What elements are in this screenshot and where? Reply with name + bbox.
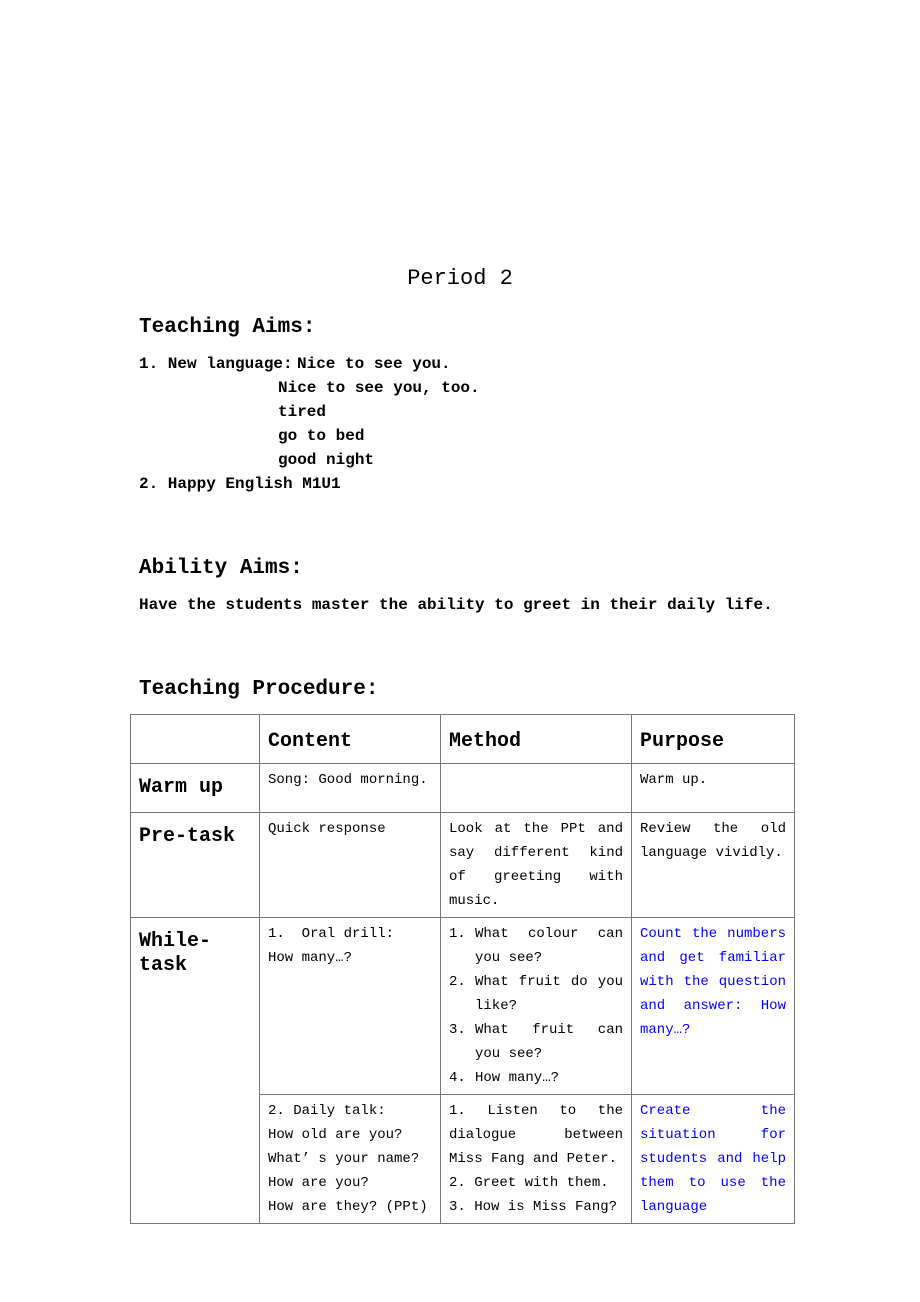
content-line: How are you? xyxy=(268,1175,369,1191)
content-line: What’ s your name? xyxy=(268,1151,420,1167)
content-cell: 1. Oral drill: How many…? xyxy=(259,917,441,1095)
content-cell: Song: Good morning. xyxy=(259,763,441,813)
method-text: 1. Listen to the dialogue between Miss F… xyxy=(449,1103,623,1167)
aim-2: 2. Happy English M1U1 xyxy=(139,475,341,493)
method-cell xyxy=(440,763,632,813)
method-line: 3. How is Miss Fang? xyxy=(449,1199,618,1215)
table-row: Warm up Song: Good morning. Warm up. xyxy=(130,763,795,813)
method-cell: 1. Listen to the dialogue between Miss F… xyxy=(440,1094,632,1224)
header-content: Content xyxy=(259,714,441,764)
header-purpose: Purpose xyxy=(631,714,795,764)
purpose-cell: Review the old language vividly. xyxy=(631,812,795,918)
stage-cell: Pre-task xyxy=(130,812,260,918)
method-item: 2. What fruit do you like? xyxy=(449,974,623,1014)
method-item: 4. How many…? xyxy=(449,1070,560,1086)
procedure-table: Content Method Purpose Warm up Song: Goo… xyxy=(130,714,795,1224)
ability-aims-text: Have the students master the ability to … xyxy=(139,596,773,614)
purpose-cell: Count the numbers and get familiar with … xyxy=(631,917,795,1095)
page-title: Period 2 xyxy=(407,266,513,291)
teaching-aims-heading: Teaching Aims: xyxy=(139,316,316,339)
purpose-cell: Warm up. xyxy=(631,763,795,813)
method-line: 2. Greet with them. xyxy=(449,1175,609,1191)
aim-1-label: 1. New language: xyxy=(139,355,293,373)
method-cell: Look at the PPt and say different kind o… xyxy=(440,812,632,918)
method-item: 1. What colour can you see? xyxy=(449,926,623,966)
teaching-procedure-heading: Teaching Procedure: xyxy=(139,678,379,701)
aim-line: go to bed xyxy=(278,427,365,445)
content-line: 1. Oral drill: xyxy=(268,926,395,942)
ability-aims-heading: Ability Aims: xyxy=(139,557,303,580)
document-page: Period 2 Teaching Aims: 1. New language:… xyxy=(0,0,920,1302)
aim-line: good night xyxy=(278,451,375,469)
purpose-cell: Create the situation for students and he… xyxy=(631,1094,795,1224)
aim-line: Nice to see you, too. xyxy=(278,379,480,397)
header-empty xyxy=(130,714,260,764)
content-line: 2. Daily talk: xyxy=(268,1103,386,1119)
stage-cell: Warm up xyxy=(130,763,260,813)
content-cell: 2. Daily talk: How old are you? What’ s … xyxy=(259,1094,441,1224)
method-item: 3. What fruit can you see? xyxy=(449,1022,623,1062)
stage-cell: While-task xyxy=(130,917,260,1224)
content-line: How are they? (PPt) xyxy=(268,1199,428,1215)
aim-line: Nice to see you. xyxy=(297,355,451,373)
method-cell: 1. What colour can you see? 2. What fruit … xyxy=(440,917,632,1095)
table-header-row: Content Method Purpose xyxy=(130,714,795,764)
header-method: Method xyxy=(440,714,632,764)
table-row: While-task 1. Oral drill: How many…? 1. W… xyxy=(130,917,795,1224)
content-cell: Quick response xyxy=(259,812,441,918)
aim-line: tired xyxy=(278,403,327,421)
content-line: How many…? xyxy=(268,950,353,966)
content-line: How old are you? xyxy=(268,1127,403,1143)
table-row: Pre-task Quick response Look at the PPt … xyxy=(130,812,795,918)
